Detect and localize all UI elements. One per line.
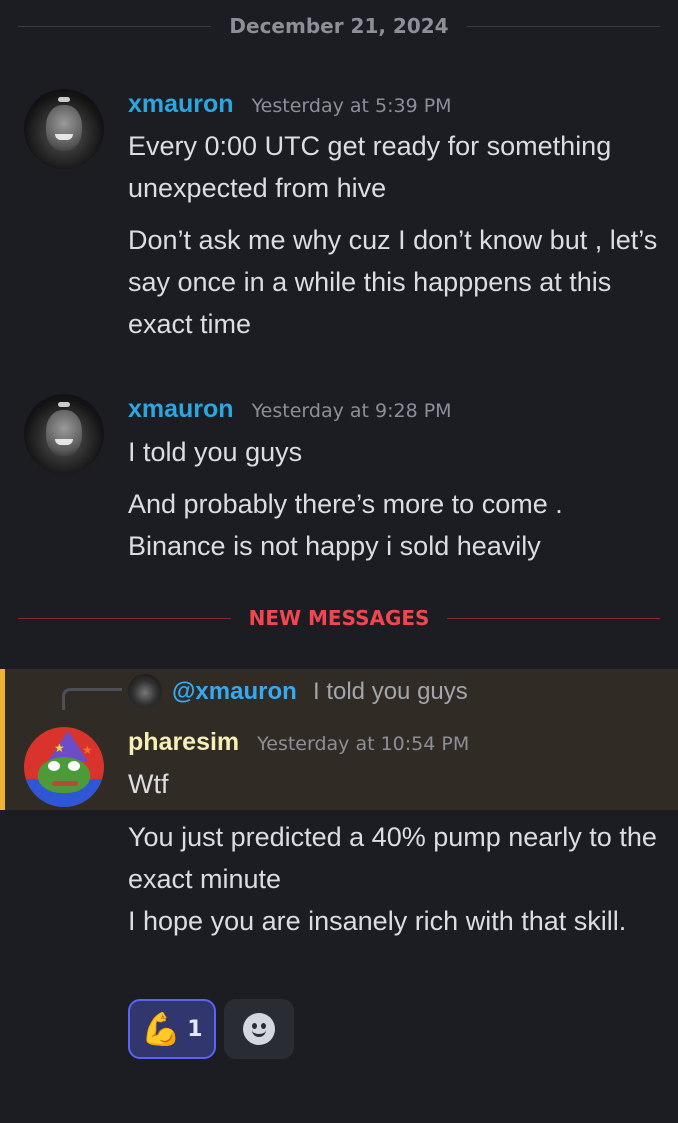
author-name[interactable]: xmauron bbox=[128, 395, 234, 424]
message-text: Every 0:00 UTC get ready for something u… bbox=[128, 131, 612, 203]
reply-mention[interactable]: @xmauron bbox=[172, 678, 297, 706]
date-divider: December 21, 2024 bbox=[18, 14, 661, 38]
avatar-xmauron[interactable] bbox=[24, 89, 104, 169]
new-messages-label: NEW MESSAGES bbox=[248, 606, 430, 630]
message-text: Wtf bbox=[128, 769, 169, 799]
divider-line bbox=[18, 25, 212, 27]
divider-line bbox=[447, 617, 661, 619]
new-messages-divider: NEW MESSAGES bbox=[18, 606, 661, 630]
message-header: pharesim Yesterday at 10:54 PM bbox=[128, 728, 469, 757]
reaction-count: 1 bbox=[187, 1016, 203, 1042]
divider-line bbox=[18, 617, 231, 619]
message-text: Don’t ask me why cuz I don’t know but , … bbox=[128, 225, 658, 339]
message-timestamp[interactable]: Yesterday at 10:54 PM bbox=[257, 733, 469, 755]
date-divider-label: December 21, 2024 bbox=[229, 14, 449, 38]
reply-avatar[interactable] bbox=[128, 674, 162, 708]
avatar-pharesim[interactable]: ★ ★ bbox=[24, 727, 104, 807]
message-text: I hope you are insanely rich with that s… bbox=[128, 906, 627, 936]
reply-connector bbox=[62, 688, 122, 710]
message-text: You just predicted a 40% pump nearly to … bbox=[128, 822, 657, 894]
author-name[interactable]: xmauron bbox=[128, 90, 234, 119]
message-timestamp[interactable]: Yesterday at 9:28 PM bbox=[252, 400, 452, 422]
chat-channel: December 21, 2024 xmauron Yesterday at 5… bbox=[0, 0, 678, 1123]
avatar-xmauron[interactable] bbox=[24, 394, 104, 474]
reply-preview-text[interactable]: I told you guys bbox=[313, 678, 468, 706]
author-name[interactable]: pharesim bbox=[128, 728, 239, 757]
smiley-icon bbox=[243, 1013, 275, 1045]
message-header: xmauron Yesterday at 5:39 PM bbox=[128, 90, 452, 119]
message-header: xmauron Yesterday at 9:28 PM bbox=[128, 395, 452, 424]
muscle-emoji-icon: 💪 bbox=[141, 1010, 182, 1048]
message-timestamp[interactable]: Yesterday at 5:39 PM bbox=[252, 95, 452, 117]
message-text: And probably there’s more to come . Bina… bbox=[128, 489, 563, 561]
divider-line bbox=[466, 25, 661, 27]
add-reaction-button[interactable] bbox=[224, 999, 294, 1059]
message-text: I told you guys bbox=[128, 437, 303, 467]
reaction-muscle[interactable]: 💪 1 bbox=[128, 999, 216, 1059]
